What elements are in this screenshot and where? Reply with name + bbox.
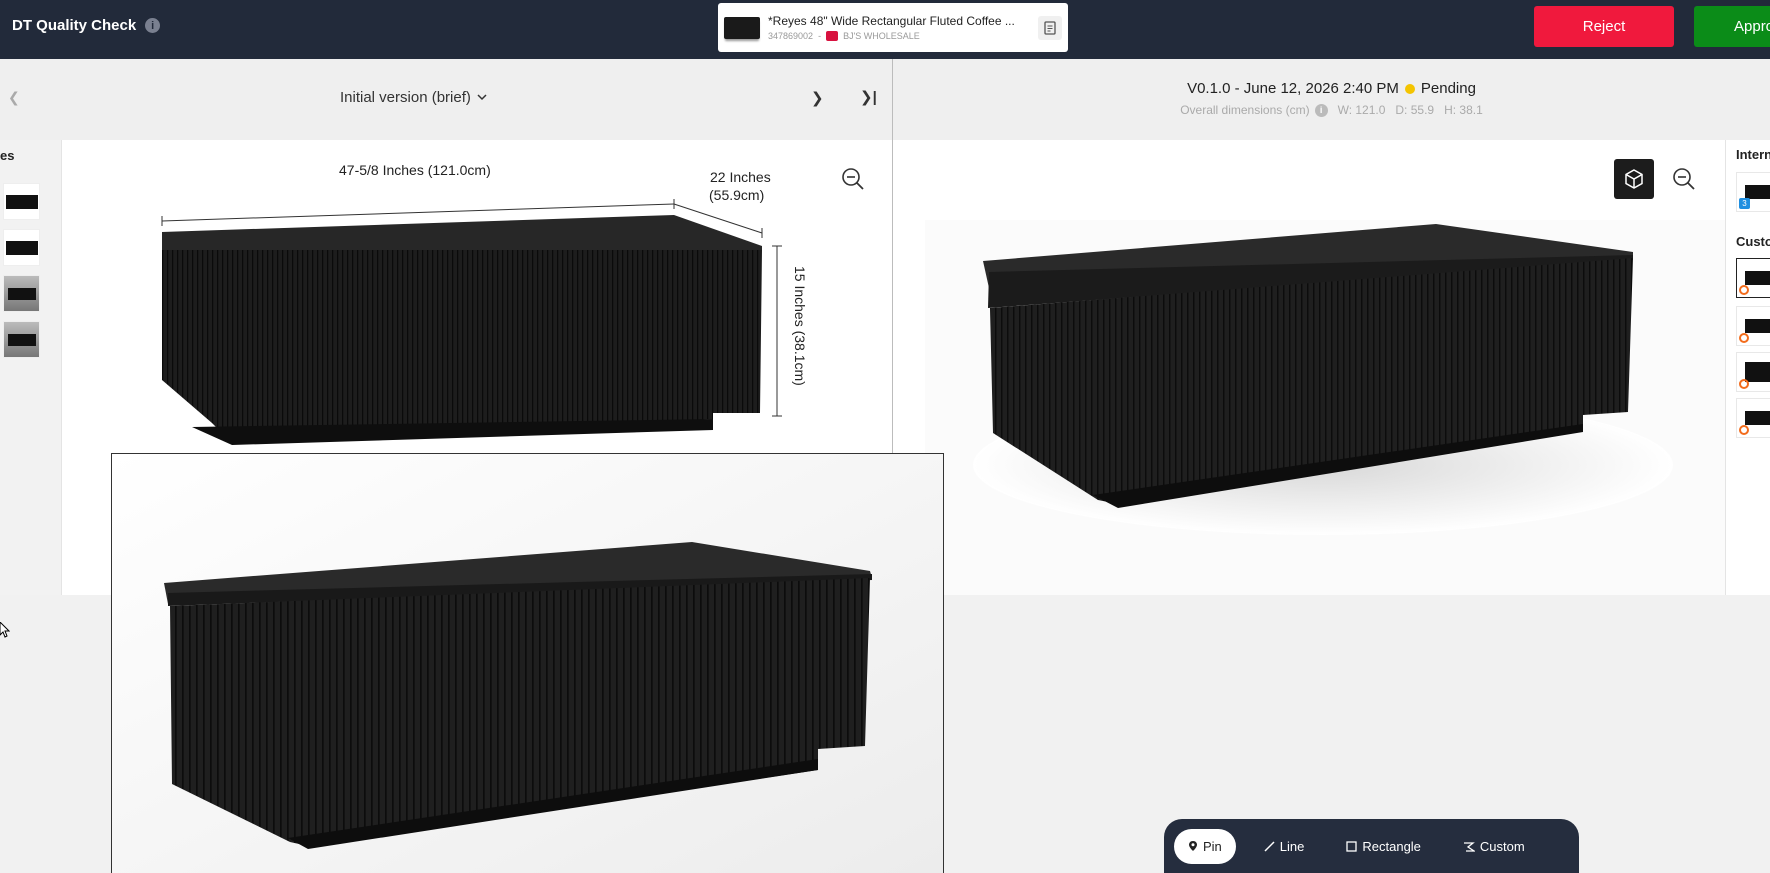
custom-view-thumbnail[interactable]	[1736, 306, 1770, 346]
approve-button[interactable]: Appro	[1694, 6, 1770, 47]
product-card[interactable]: *Reyes 48" Wide Rectangular Fluted Coffe…	[718, 3, 1068, 52]
product-meta: 347869002 - BJ'S WHOLESALE	[768, 31, 1038, 41]
custom-shape-icon	[1463, 841, 1475, 852]
depth-dimension-metric: (55.9cm)	[709, 187, 765, 203]
product-id: 347869002	[768, 31, 814, 41]
right-panel-header: V0.1.0 - June 12, 2026 2:40 PM Pending O…	[893, 59, 1770, 140]
pin-icon	[1189, 841, 1197, 851]
line-icon	[1264, 840, 1275, 852]
annotation-toolbar: Pin Line Rectangle Custom	[1164, 819, 1579, 873]
document-icon[interactable]	[1038, 15, 1062, 40]
reference-thumbnail[interactable]	[3, 321, 40, 358]
custom-tool-button[interactable]: Custom	[1449, 829, 1539, 864]
zoom-out-icon[interactable]	[1671, 166, 1697, 192]
orbit-icon	[1739, 285, 1749, 295]
internal-views-label: Intern	[1736, 147, 1770, 162]
reference-images-label: es	[0, 148, 15, 163]
reference-thumbnail[interactable]	[3, 275, 40, 312]
product-meta-separator: -	[818, 31, 822, 41]
chevron-down-icon	[477, 94, 487, 101]
retailer-logo-icon	[826, 31, 839, 41]
chevron-left-icon[interactable]: ❮	[8, 89, 20, 106]
custom-view-thumbnail[interactable]	[1736, 398, 1770, 438]
reference-thumbnail[interactable]	[3, 183, 40, 220]
app-title: DT Quality Check i	[12, 17, 161, 34]
custom-views-label: Custo	[1736, 234, 1770, 249]
product-thumbnail	[724, 16, 760, 39]
orbit-icon	[1739, 425, 1749, 435]
reject-button[interactable]: Reject	[1534, 6, 1674, 47]
custom-view-thumbnail[interactable]	[1736, 258, 1770, 298]
custom-view-thumbnail[interactable]	[1736, 352, 1770, 392]
left-panel-header: ❮ Initial version (brief) ❯ ❯|	[0, 59, 892, 140]
model-render-drawing	[925, 220, 1725, 595]
dimension-width: W: 121.0	[1337, 103, 1386, 117]
width-dimension-label: 47-5/8 Inches (121.0cm)	[339, 162, 491, 178]
preview-furniture-drawing	[112, 454, 943, 873]
info-icon[interactable]: i	[1314, 103, 1328, 117]
internal-count-badge: 3	[1739, 198, 1750, 209]
overall-dimensions: Overall dimensions (cm) i W: 121.0 D: 55…	[893, 103, 1770, 117]
line-tool-button[interactable]: Line	[1250, 829, 1319, 864]
status-badge: Pending	[1420, 80, 1476, 97]
version-title: V0.1.0 - June 12, 2026 2:40 PM Pending	[1187, 80, 1476, 97]
cube-icon	[1625, 169, 1643, 189]
top-bar: DT Quality Check i *Reyes 48" Wide Recta…	[0, 0, 1770, 59]
info-icon[interactable]: i	[145, 18, 161, 33]
3d-view-button[interactable]	[1614, 159, 1654, 199]
orbit-icon	[1739, 379, 1749, 389]
zoom-out-icon[interactable]	[840, 166, 866, 192]
product-name: *Reyes 48" Wide Rectangular Fluted Coffe…	[768, 14, 1015, 28]
render-views-sidebar: Intern 3 Custo	[1725, 140, 1770, 595]
orbit-icon	[1739, 333, 1749, 343]
retailer-name: BJ'S WHOLESALE	[843, 31, 920, 41]
dimension-depth: D: 55.9	[1395, 103, 1435, 117]
pin-tool-button[interactable]: Pin	[1174, 828, 1236, 864]
height-dimension-label: 15 Inches (38.1cm)	[792, 266, 808, 386]
internal-view-thumbnail[interactable]: 3	[1736, 172, 1770, 212]
dimension-height: H: 38.1	[1444, 103, 1483, 117]
pending-status-icon	[1404, 83, 1415, 94]
dimensions-label: Overall dimensions (cm)	[1180, 103, 1310, 117]
model-render-canvas[interactable]	[893, 140, 1725, 595]
mouse-cursor-icon	[0, 622, 10, 638]
chevron-right-icon[interactable]: ❯	[811, 89, 824, 107]
version-dropdown[interactable]: Initial version (brief)	[340, 89, 487, 106]
rectangle-tool-button[interactable]: Rectangle	[1332, 829, 1435, 864]
reference-images-strip: es	[0, 140, 62, 595]
rectangle-icon	[1346, 840, 1358, 852]
depth-dimension-label: 22 Inches	[710, 169, 771, 185]
skip-to-last-icon[interactable]: ❯|	[860, 88, 877, 106]
reference-thumbnail[interactable]	[3, 229, 40, 266]
image-preview-popup[interactable]	[111, 453, 944, 873]
